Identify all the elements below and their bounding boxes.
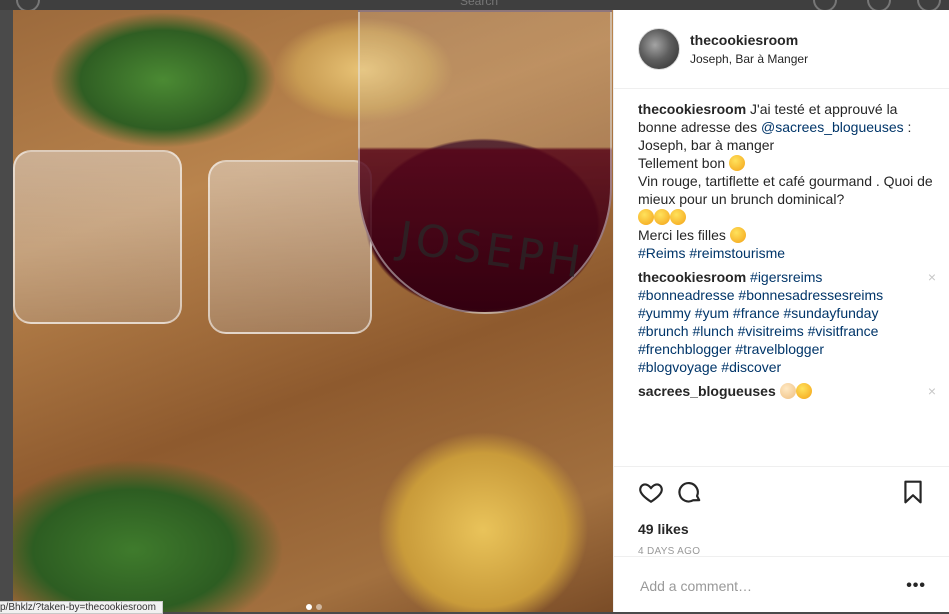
search-placeholder: Search [460,0,499,8]
water-glass-right [208,160,372,334]
hashtag-links[interactable]: #bonneadresse #bonnesadressesreims [638,287,883,303]
comment-username[interactable]: thecookiesroom [638,269,746,285]
hashtag-links[interactable]: #blogvoyage #discover [638,359,781,375]
comment-username[interactable]: thecookiesroom [638,101,746,117]
grin-emoji-icon [638,209,654,225]
remove-comment-icon[interactable]: × [928,268,936,286]
like-heart-icon[interactable] [638,479,664,505]
carousel-dot-active [306,604,312,610]
post-photo[interactable]: JOSEPH [13,10,613,612]
grin-emoji-icon [654,209,670,225]
caption-text: Tellement bon [638,155,730,171]
hashtag-links[interactable]: #frenchblogger #travelblogger [638,341,824,357]
status-url: p/Bhklz/?taken-by=thecookiesroom [0,601,163,614]
mention-link[interactable]: @sacrees_blogueuses [761,119,904,135]
hashtag-links[interactable]: #brunch #lunch #visitreims #visitfrance [638,323,878,339]
post-details-panel: thecookiesroom Joseph, Bar à Manger thec… [613,10,949,612]
comment-username[interactable]: sacrees_blogueuses [638,383,776,399]
caption-text: Vin rouge, tartiflette et café gourmand … [638,173,933,207]
app-top-bar: Search [0,0,949,12]
water-glass-left [13,150,182,324]
carousel-dot [316,604,322,610]
add-comment-bar: ••• [614,556,949,613]
post-header: thecookiesroom Joseph, Bar à Manger [614,10,949,89]
hashtag-links[interactable]: #igersreims [750,269,822,285]
more-options-icon[interactable]: ••• [906,577,926,595]
avatar[interactable] [638,28,680,70]
comment-bubble-icon[interactable] [677,479,703,505]
save-bookmark-icon[interactable] [900,479,926,505]
comment: × sacrees_blogueuses [638,382,938,400]
hashtag-links[interactable]: #yummy #yum #france #sundayfunday [638,305,878,321]
kiss-emoji-icon [795,383,812,399]
post-location[interactable]: Joseph, Bar à Manger [690,52,808,66]
add-comment-input[interactable] [638,575,902,597]
carousel-dots [306,597,326,612]
caption-comment: thecookiesroom J'ai testé et approuvé la… [638,100,938,262]
post-username[interactable]: thecookiesroom [690,32,798,48]
remove-comment-icon[interactable]: × [928,382,936,400]
hashtag-links[interactable]: #Reims #reimstourisme [638,245,785,261]
grin-emoji-icon [670,209,686,225]
comments-list: thecookiesroom J'ai testé et approuvé la… [638,100,938,400]
ok-hand-emoji-icon [779,383,796,399]
yum-emoji-icon [729,155,746,171]
likes-count[interactable]: 49 likes [638,521,689,537]
comment: × thecookiesroom #igersreims #bonneadres… [638,268,938,376]
wink-emoji-icon [729,227,746,243]
caption-text: Merci les filles [638,227,730,243]
